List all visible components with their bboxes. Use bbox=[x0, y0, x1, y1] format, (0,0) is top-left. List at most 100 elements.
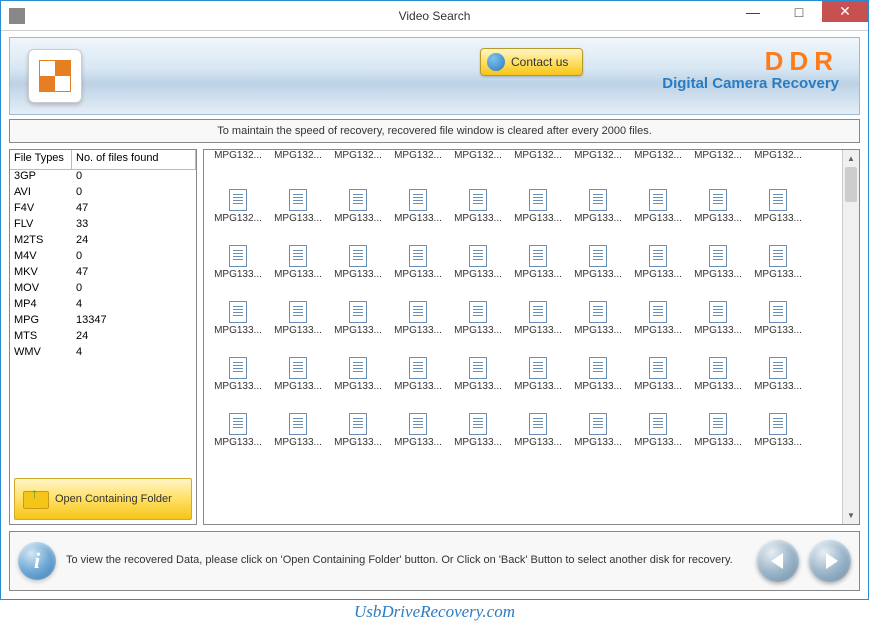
table-row[interactable]: M2TS24 bbox=[10, 234, 196, 250]
file-item[interactable]: MPG133... bbox=[328, 336, 388, 392]
file-label: MPG133... bbox=[274, 437, 322, 448]
file-item[interactable]: MPG133... bbox=[508, 392, 568, 448]
file-item[interactable]: MPG133... bbox=[628, 168, 688, 224]
file-item[interactable]: MPG133... bbox=[208, 392, 268, 448]
file-item[interactable]: MPG133... bbox=[208, 280, 268, 336]
file-label: MPG133... bbox=[754, 325, 802, 336]
vertical-scrollbar[interactable]: ▲ ▼ bbox=[842, 150, 859, 524]
file-item[interactable]: MPG133... bbox=[268, 224, 328, 280]
scroll-thumb[interactable] bbox=[845, 167, 857, 202]
file-item[interactable]: MPG132... bbox=[208, 150, 268, 161]
file-item[interactable]: MPG133... bbox=[328, 392, 388, 448]
file-item[interactable]: MPG133... bbox=[508, 280, 568, 336]
file-item[interactable]: MPG132... bbox=[748, 150, 808, 161]
file-item[interactable]: MPG133... bbox=[688, 280, 748, 336]
scroll-down-arrow[interactable]: ▼ bbox=[843, 507, 859, 524]
file-item[interactable]: MPG133... bbox=[448, 336, 508, 392]
file-label: MPG133... bbox=[574, 437, 622, 448]
file-item[interactable]: MPG133... bbox=[268, 168, 328, 224]
file-item[interactable]: MPG133... bbox=[448, 168, 508, 224]
file-item[interactable]: MPG133... bbox=[568, 336, 628, 392]
file-item[interactable]: MPG133... bbox=[328, 280, 388, 336]
file-item[interactable]: MPG132... bbox=[628, 150, 688, 161]
file-item[interactable]: MPG132... bbox=[448, 150, 508, 161]
file-item[interactable]: MPG133... bbox=[628, 336, 688, 392]
open-containing-folder-button[interactable]: Open Containing Folder bbox=[14, 478, 192, 520]
file-item[interactable]: MPG133... bbox=[628, 392, 688, 448]
file-item[interactable]: MPG133... bbox=[508, 168, 568, 224]
video-file-icon bbox=[349, 357, 367, 379]
file-item[interactable]: MPG132... bbox=[208, 168, 268, 224]
file-item[interactable]: MPG133... bbox=[688, 224, 748, 280]
file-item[interactable]: MPG132... bbox=[268, 150, 328, 161]
table-row[interactable]: MTS24 bbox=[10, 330, 196, 346]
file-item[interactable]: MPG133... bbox=[688, 336, 748, 392]
left-panel: File Types No. of files found 3GP0AVI0F4… bbox=[9, 149, 197, 525]
file-item[interactable]: MPG133... bbox=[208, 336, 268, 392]
table-row[interactable]: MOV0 bbox=[10, 282, 196, 298]
next-button[interactable] bbox=[809, 540, 851, 582]
file-item[interactable]: MPG133... bbox=[328, 168, 388, 224]
maximize-button[interactable]: □ bbox=[776, 1, 822, 22]
file-grid[interactable]: MPG132...MPG132...MPG132...MPG132...MPG1… bbox=[204, 150, 841, 524]
table-row[interactable]: FLV33 bbox=[10, 218, 196, 234]
video-file-icon bbox=[529, 301, 547, 323]
col-count[interactable]: No. of files found bbox=[72, 150, 196, 169]
table-row[interactable]: MKV47 bbox=[10, 266, 196, 282]
file-item[interactable]: MPG133... bbox=[748, 280, 808, 336]
table-row[interactable]: WMV4 bbox=[10, 346, 196, 362]
file-item[interactable]: MPG133... bbox=[268, 280, 328, 336]
file-item[interactable]: MPG133... bbox=[748, 392, 808, 448]
file-label: MPG133... bbox=[274, 325, 322, 336]
file-item[interactable]: MPG133... bbox=[748, 168, 808, 224]
close-button[interactable]: ✕ bbox=[822, 1, 868, 22]
file-item[interactable]: MPG133... bbox=[448, 224, 508, 280]
file-item[interactable]: MPG133... bbox=[388, 168, 448, 224]
file-label: MPG133... bbox=[514, 269, 562, 280]
file-item[interactable]: MPG133... bbox=[748, 224, 808, 280]
file-item[interactable]: MPG132... bbox=[688, 150, 748, 161]
file-item[interactable]: MPG133... bbox=[268, 336, 328, 392]
video-file-icon bbox=[769, 357, 787, 379]
contact-us-button[interactable]: Contact us bbox=[480, 48, 583, 76]
file-item[interactable]: MPG133... bbox=[628, 280, 688, 336]
cell-count: 24 bbox=[72, 330, 196, 346]
file-item[interactable]: MPG133... bbox=[388, 280, 448, 336]
file-item[interactable]: MPG133... bbox=[208, 224, 268, 280]
file-item[interactable]: MPG133... bbox=[448, 392, 508, 448]
file-item[interactable]: MPG132... bbox=[388, 150, 448, 161]
file-item[interactable]: MPG133... bbox=[688, 168, 748, 224]
file-item[interactable]: MPG133... bbox=[268, 392, 328, 448]
file-label: MPG133... bbox=[754, 269, 802, 280]
file-item[interactable]: MPG133... bbox=[568, 224, 628, 280]
table-row[interactable]: 3GP0 bbox=[10, 170, 196, 186]
file-item[interactable]: MPG133... bbox=[388, 392, 448, 448]
file-item[interactable]: MPG133... bbox=[508, 336, 568, 392]
file-item[interactable]: MPG133... bbox=[568, 392, 628, 448]
file-item[interactable]: MPG133... bbox=[568, 280, 628, 336]
file-item[interactable]: MPG133... bbox=[328, 224, 388, 280]
table-row[interactable]: MP44 bbox=[10, 298, 196, 314]
scroll-up-arrow[interactable]: ▲ bbox=[843, 150, 859, 167]
file-item[interactable]: MPG133... bbox=[688, 392, 748, 448]
file-item[interactable]: MPG133... bbox=[388, 224, 448, 280]
file-item[interactable]: MPG133... bbox=[508, 224, 568, 280]
table-row[interactable]: F4V47 bbox=[10, 202, 196, 218]
file-item[interactable]: MPG132... bbox=[328, 150, 388, 161]
file-item[interactable]: MPG133... bbox=[388, 336, 448, 392]
table-row[interactable]: AVI0 bbox=[10, 186, 196, 202]
video-file-icon bbox=[409, 413, 427, 435]
table-row[interactable]: MPG13347 bbox=[10, 314, 196, 330]
file-item[interactable]: MPG133... bbox=[448, 280, 508, 336]
minimize-button[interactable]: — bbox=[730, 1, 776, 22]
file-item[interactable]: MPG132... bbox=[568, 150, 628, 161]
file-item[interactable]: MPG133... bbox=[748, 336, 808, 392]
file-item[interactable]: MPG133... bbox=[568, 168, 628, 224]
file-item[interactable]: MPG133... bbox=[628, 224, 688, 280]
file-label: MPG133... bbox=[214, 381, 262, 392]
file-item[interactable]: MPG132... bbox=[508, 150, 568, 161]
cell-count: 0 bbox=[72, 250, 196, 266]
back-button[interactable] bbox=[757, 540, 799, 582]
table-row[interactable]: M4V0 bbox=[10, 250, 196, 266]
col-file-types[interactable]: File Types bbox=[10, 150, 72, 169]
